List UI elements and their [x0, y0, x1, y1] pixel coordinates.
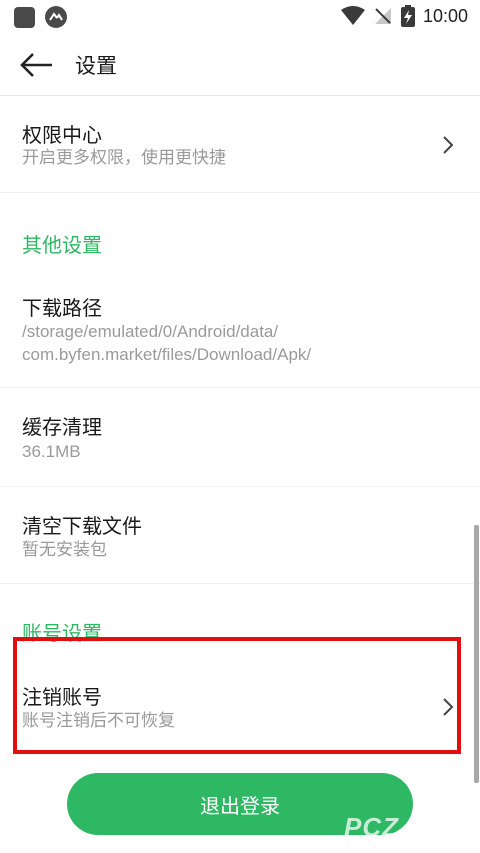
status-time: 10:00	[422, 5, 468, 26]
arrow-left-icon[interactable]	[18, 50, 54, 80]
settings-item-download-path[interactable]: 下载路径 /storage/emulated/0/Android/data/ c…	[0, 270, 480, 388]
item-title: 下载路径	[22, 296, 102, 320]
app-square-icon	[14, 6, 35, 28]
settings-item-clear-downloads[interactable]: 清空下载文件 暂无安装包	[0, 488, 480, 584]
item-subtitle: 开启更多权限，使用更快捷	[22, 148, 226, 168]
item-title: 缓存清理	[22, 415, 102, 439]
page-title: 设置	[75, 54, 117, 78]
status-right-icons: 10:00	[340, 5, 468, 27]
item-subtitle-line2: com.byfen.market/files/Download/Apk/	[22, 345, 312, 364]
item-subtitle: 暂无安装包	[22, 540, 107, 560]
app-circle-icon	[45, 6, 67, 28]
item-title: 权限中心	[22, 123, 102, 147]
watermark: PCZ	[344, 812, 399, 842]
item-subtitle-line1: /storage/emulated/0/Android/data/	[22, 322, 279, 341]
item-subtitle: 36.1MB	[22, 442, 81, 461]
no-sim-icon	[374, 8, 391, 24]
wifi-icon	[340, 6, 365, 25]
settings-item-permissions[interactable]: 权限中心 开启更多权限，使用更快捷	[0, 97, 480, 193]
item-title: 清空下载文件	[22, 514, 142, 538]
highlight-box	[13, 637, 461, 754]
chevron-right-icon	[443, 136, 454, 154]
section-header-other-settings: 其他设置	[22, 233, 102, 257]
status-left-icons	[14, 6, 67, 28]
battery-charging-icon	[400, 5, 415, 27]
toolbar: 设置	[0, 34, 480, 96]
scrollbar-thumb[interactable]	[474, 525, 479, 783]
status-bar: 10:00	[0, 0, 480, 34]
settings-item-cache-clear[interactable]: 缓存清理 36.1MB	[0, 389, 480, 487]
